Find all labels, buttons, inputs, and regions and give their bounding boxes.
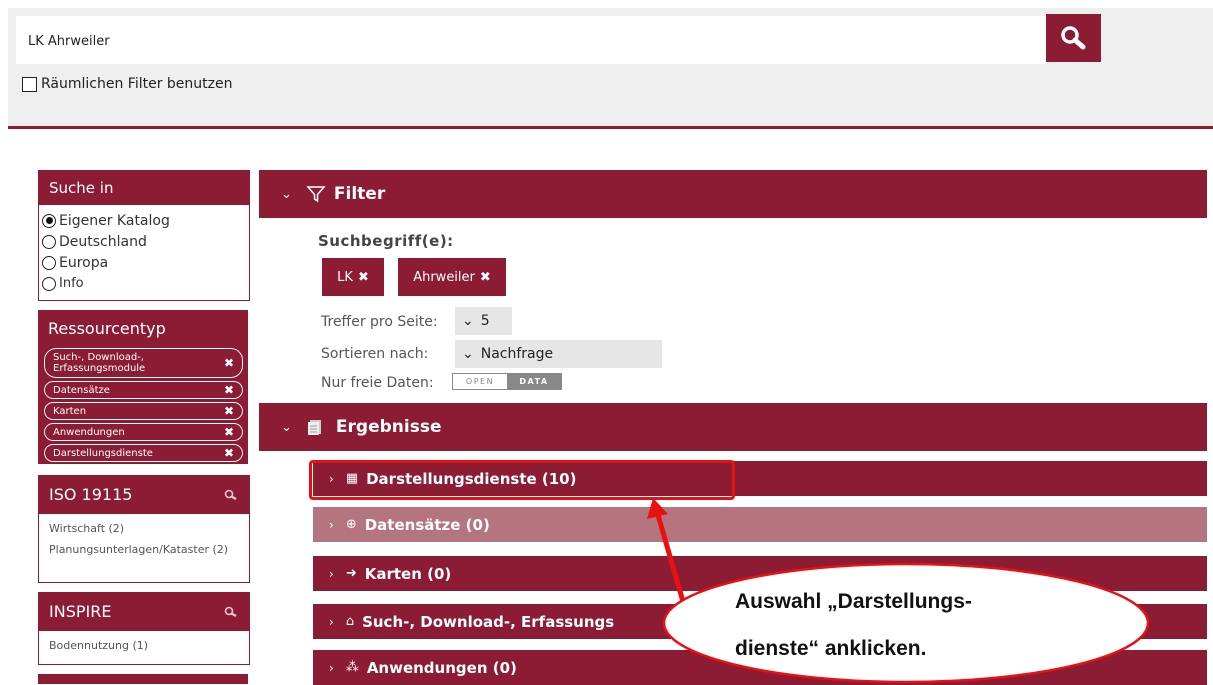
resource-type-title: Ressourcentyp — [38, 310, 248, 348]
remove-icon[interactable]: ✖ — [480, 270, 491, 285]
scope-option-own-catalog[interactable]: Eigener Katalog — [39, 210, 249, 231]
iso-item[interactable]: Wirtschaft (2) — [39, 514, 249, 539]
search-term-chip[interactable]: Ahrweiler ✖ — [398, 258, 506, 296]
filter-title: Filter — [333, 184, 386, 204]
radio-icon[interactable] — [42, 234, 56, 249]
chevron-right-icon: › — [329, 660, 334, 675]
chevron-right-icon: › — [329, 517, 334, 532]
remove-icon[interactable]: ✖ — [224, 383, 234, 397]
search-bar — [16, 16, 1046, 64]
chevron-down-icon: ⌄ — [281, 186, 292, 202]
chevron-down-icon: ⌄ — [462, 313, 474, 329]
spatial-filter-toggle[interactable]: Räumlichen Filter benutzen — [22, 76, 233, 92]
resource-type-chip[interactable]: Anwendungen ✖ — [43, 422, 244, 442]
apps-icon: ⁂ — [345, 660, 359, 675]
open-data-toggle[interactable]: OPEN DATA — [452, 373, 562, 390]
scope-option-germany[interactable]: Deutschland — [39, 231, 249, 252]
search-term-chip[interactable]: LK ✖ — [322, 258, 384, 296]
filter-icon — [306, 186, 326, 203]
sort-label: Sortieren nach: — [321, 346, 429, 362]
map-icon: ➜ — [345, 566, 357, 581]
spatial-filter-checkbox[interactable] — [22, 76, 37, 92]
radio-selected-icon[interactable] — [42, 213, 56, 228]
free-data-label: Nur freie Daten: — [321, 375, 434, 391]
next-panel-header — [38, 674, 248, 684]
resource-type-panel: Ressourcentyp Such-, Download-, Erfassun… — [38, 310, 248, 464]
callout-text-line2: dienste“ anklicken. — [735, 637, 927, 660]
filter-section-header[interactable]: ⌄ Filter — [259, 170, 1207, 218]
chevron-right-icon: › — [329, 614, 334, 629]
iso-item[interactable]: Planungsunterlagen/Kataster (2) — [39, 539, 249, 560]
search-button[interactable] — [1046, 14, 1101, 62]
highlight-box — [309, 460, 735, 500]
remove-icon[interactable]: ✖ — [224, 357, 234, 369]
search-icon — [1061, 26, 1086, 50]
inspire-item[interactable]: Bodennutzung (1) — [39, 631, 249, 656]
results-title: Ergebnisse — [335, 417, 442, 437]
resource-type-chip[interactable]: Such-, Download-, Erfassungsmodule ✖ — [43, 347, 244, 379]
remove-icon[interactable]: ✖ — [224, 425, 234, 439]
search-terms-label: Suchbegriff(e): — [318, 232, 454, 250]
search-input[interactable] — [26, 28, 1010, 54]
results-section-header[interactable]: ⌄ Ergebnisse — [259, 403, 1207, 451]
iso-panel: ISO 19115 Wirtschaft (2) Planungsunterla… — [38, 475, 250, 583]
search-icon[interactable] — [223, 488, 239, 502]
search-scope-panel: Suche in Eigener Katalog Deutschland Eur… — [38, 170, 250, 301]
iso-title: ISO 19115 — [39, 476, 249, 514]
download-module-icon: ⌂ — [345, 614, 355, 629]
remove-icon[interactable]: ✖ — [224, 446, 234, 460]
scope-option-europe[interactable]: Europa — [39, 252, 249, 273]
result-category-datensaetze[interactable]: › ⊕ Datensätze (0) — [313, 507, 1207, 542]
callout-text-line1: Auswahl „Darstellungs- — [735, 590, 972, 613]
inspire-title: INSPIRE — [39, 593, 249, 631]
spatial-filter-label: Räumlichen Filter benutzen — [41, 76, 233, 92]
globe-icon: ⊕ — [345, 517, 357, 532]
sort-select[interactable]: ⌄ Nachfrage — [455, 340, 662, 368]
inspire-panel: INSPIRE Bodennutzung (1) — [38, 592, 250, 665]
chevron-down-icon: ⌄ — [462, 346, 474, 362]
document-stack-icon — [307, 420, 321, 435]
search-scope-title: Suche in — [39, 171, 249, 205]
resource-type-chip[interactable]: Karten ✖ — [43, 401, 244, 421]
per-page-label: Treffer pro Seite: — [321, 314, 438, 330]
search-icon[interactable] — [223, 605, 239, 619]
resource-type-chip[interactable]: Darstellungsdienste ✖ — [43, 443, 244, 463]
remove-icon[interactable]: ✖ — [358, 270, 369, 285]
callout-bubble — [662, 562, 1150, 684]
radio-icon[interactable] — [42, 255, 56, 270]
remove-icon[interactable]: ✖ — [224, 404, 234, 418]
chevron-down-icon: ⌄ — [281, 419, 292, 435]
per-page-select[interactable]: ⌄ 5 — [455, 307, 512, 335]
resource-type-chip[interactable]: Datensätze ✖ — [43, 380, 244, 400]
chevron-right-icon: › — [329, 566, 334, 581]
scope-option-info[interactable]: Info — [39, 273, 249, 294]
radio-icon[interactable] — [42, 276, 56, 291]
